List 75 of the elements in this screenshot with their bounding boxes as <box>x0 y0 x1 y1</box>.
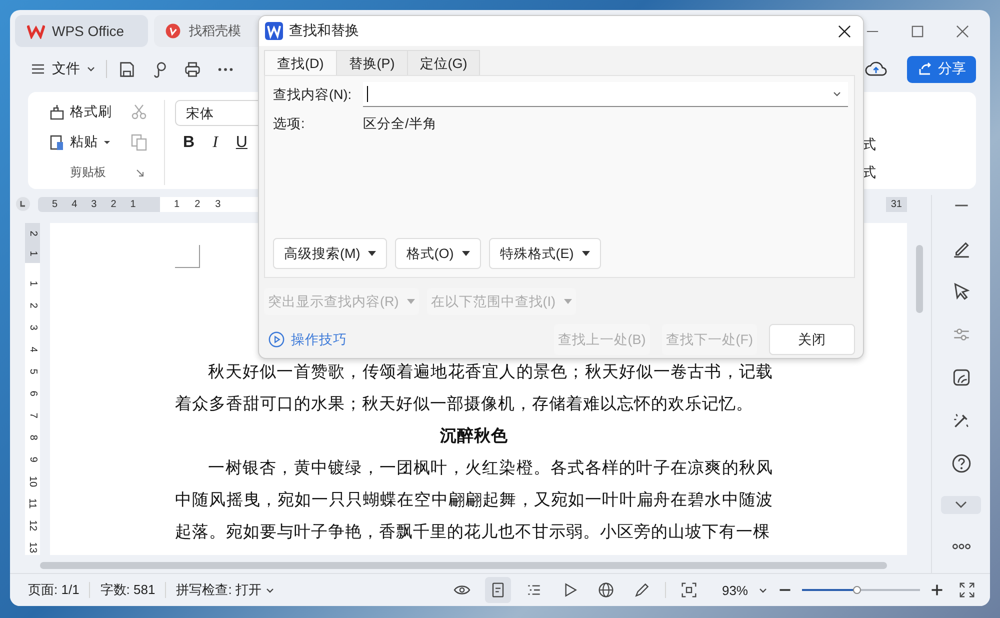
maximize-icon[interactable] <box>911 24 924 38</box>
dropdown-button[interactable]: 高级搜索(M) <box>273 238 388 269</box>
scrollbar-thumb[interactable] <box>916 245 922 313</box>
ruler-number: 4 <box>26 346 39 352</box>
play-circle-icon[interactable] <box>268 331 285 348</box>
ruler-number: 2 <box>26 302 39 308</box>
image-icon[interactable] <box>950 367 972 388</box>
ruler-number: 1 <box>26 280 39 286</box>
dialog-title: 查找和替换 <box>289 22 359 40</box>
dialog-tab[interactable]: 替换(P) <box>336 50 408 75</box>
ruler-number: 2 <box>26 230 39 236</box>
paste-button[interactable]: 粘贴 <box>48 133 112 151</box>
dialog-tab[interactable]: 查找(D) <box>264 50 337 75</box>
tips-link[interactable]: 操作技巧 <box>291 330 347 348</box>
ruler-number: 3 <box>26 324 39 330</box>
brush-icon <box>48 103 66 121</box>
chevron-down-icon[interactable] <box>941 496 981 514</box>
ruler-number: 6 <box>26 390 39 396</box>
dropdown-button[interactable]: 特殊格式(E) <box>488 238 601 269</box>
ruler-number: 10 <box>26 476 39 488</box>
scrollbar-thumb[interactable] <box>40 562 887 568</box>
ruler-number: 11 <box>26 498 39 509</box>
ruler-number: 3 <box>91 198 97 210</box>
group-label: 剪贴板 <box>70 164 106 181</box>
share-icon <box>917 61 933 77</box>
caret-icon <box>86 64 96 74</box>
ruler-number: 13 <box>26 542 39 554</box>
page-view-icon[interactable] <box>484 577 511 603</box>
save-icon[interactable] <box>117 60 136 78</box>
cloud-upload-icon[interactable] <box>865 60 887 78</box>
help-icon[interactable] <box>950 453 972 474</box>
ruler-number: 1 <box>130 198 136 210</box>
paragraph: 一树银杏，黄中镀绿，一团枫叶，火红染橙。各式各样的叶子在凉爽的秋风中随风摇曳，宛如一只只蝴蝶在空中翩翩起舞，又宛如一叶叶扁舟在碧水中随波起落。宛如要与叶子争艳，香飘千里的花儿也不甘示弱。小区旁的山坡下有一棵 <box>175 457 773 543</box>
ruler-number: 12 <box>26 520 39 532</box>
find-input-field[interactable] <box>363 82 848 107</box>
word-count[interactable]: 字数: 581 <box>100 581 156 599</box>
app-logo-icon <box>164 23 182 39</box>
ruler-number: 1 <box>174 198 180 210</box>
format-painter-button[interactable]: 格式刷 <box>48 103 112 121</box>
ruler-number: 1 <box>26 250 39 256</box>
heading: 沉醉秋色 <box>438 425 509 447</box>
options-value: 区分全/半角 <box>363 115 437 133</box>
ruler-number: 31 <box>886 196 907 212</box>
corner-mark <box>175 245 200 268</box>
dropdown-button[interactable]: 格式(O) <box>395 238 481 269</box>
paragraph: 秋天好似一首赞歌，传颂着遍地花香宜人的景色；秋天好似一卷古书，记载着众多香甜可口的水果；秋天好似一部摄像机，存储着难以忘怀的欢乐记忆。 <box>175 361 773 415</box>
file-menu[interactable]: 文件 <box>30 60 96 78</box>
ruler-number: 2 <box>110 198 116 210</box>
ruler-number: 8 <box>26 434 39 440</box>
ruler-number: 7 <box>26 412 39 418</box>
page-count: 页面: 1/1 <box>28 581 80 599</box>
tab-stop-icon[interactable] <box>16 197 30 211</box>
share-button[interactable]: 分享 <box>907 56 976 82</box>
bold-button[interactable]: B <box>183 134 195 152</box>
underline-button[interactable]: U <box>236 134 248 152</box>
ruler-number: 5 <box>52 198 58 210</box>
ruler-number: 9 <box>26 456 39 462</box>
app-logo-icon <box>265 22 283 40</box>
ruler-number: 3 <box>215 198 221 210</box>
ruler-number: 2 <box>194 198 200 210</box>
zoom-in-icon[interactable] <box>930 583 944 597</box>
dialog-tab[interactable]: 定位(G) <box>406 50 480 75</box>
zoom-level[interactable]: 93% <box>722 582 748 598</box>
document-tab[interactable]: WPS Office <box>15 15 148 47</box>
clipboard-icon <box>48 133 66 151</box>
spell-check-menu[interactable]: 拼写检查: 打开 <box>176 581 276 599</box>
print-icon[interactable] <box>183 60 202 78</box>
expand-icon[interactable] <box>136 168 144 176</box>
ruler-number: 5 <box>26 368 39 374</box>
close-icon[interactable] <box>838 24 851 38</box>
italic-button[interactable]: I <box>212 134 218 152</box>
ruler-number: 4 <box>72 198 78 210</box>
dialog-button[interactable]: 关闭 <box>769 324 855 355</box>
chevron-down-icon <box>832 89 842 99</box>
app-logo-icon <box>27 23 45 39</box>
